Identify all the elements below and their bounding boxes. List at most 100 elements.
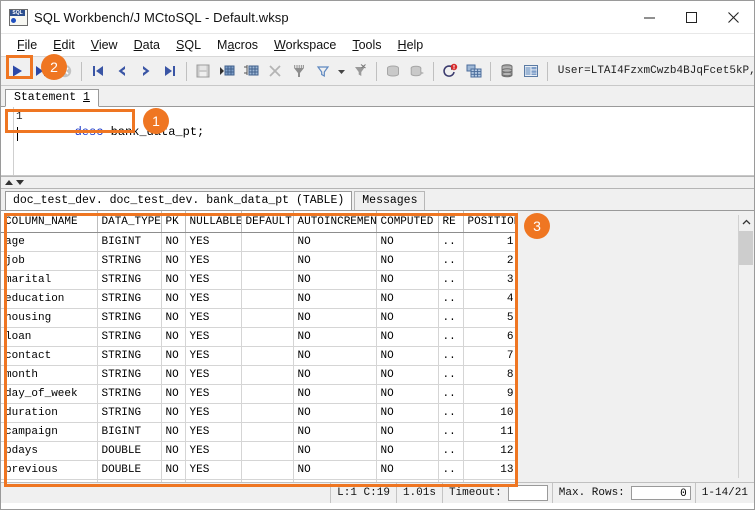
insert-row-icon[interactable] [215, 59, 239, 83]
table-row[interactable]: loan STRING NO YES NO NO.. 6 [1, 327, 517, 347]
table-cell[interactable]: .. [438, 365, 464, 385]
minimize-icon[interactable] [628, 1, 670, 33]
table-cell[interactable] [241, 251, 294, 271]
table-cell[interactable]: housing [1, 308, 98, 328]
table-cell[interactable]: NO [161, 289, 186, 309]
table-cell[interactable]: 7 [463, 346, 517, 366]
table-cell[interactable]: NO [376, 460, 439, 480]
chevron-down-icon[interactable] [335, 59, 348, 83]
table-row[interactable]: previous DOUBLE NO YES NO NO.. 13 [1, 460, 517, 480]
table-cell[interactable]: NO [293, 232, 377, 252]
copy-row-icon[interactable] [239, 59, 263, 83]
column-header-default[interactable]: DEFAULT [241, 211, 294, 233]
table-cell[interactable]: .. [438, 384, 464, 404]
table-cell[interactable]: NO [376, 403, 439, 423]
table-cell[interactable]: .. [438, 479, 464, 482]
table-cell[interactable]: 1 [463, 232, 517, 252]
table-cell[interactable]: NO [376, 251, 439, 271]
sql-editor[interactable]: 1 desc bank_data_pt; [1, 107, 754, 176]
first-page-icon[interactable] [86, 59, 110, 83]
vertical-scrollbar[interactable] [738, 215, 753, 478]
table-cell[interactable]: NO [293, 365, 377, 385]
database-icon[interactable] [495, 59, 519, 83]
table-cell[interactable]: YES [185, 232, 242, 252]
table-cell[interactable]: NO [376, 441, 439, 461]
table-cell[interactable]: .. [438, 232, 464, 252]
column-header-column-name[interactable]: COLUMN_NAME [1, 211, 98, 233]
table-cell[interactable]: previous [1, 460, 98, 480]
editor-code-area[interactable]: 1 desc bank_data_pt; [14, 107, 754, 175]
table-cell[interactable]: STRING [97, 270, 162, 290]
table-row[interactable]: job STRING NO YES NO NO.. 2 [1, 251, 517, 271]
table-cell[interactable]: .. [438, 327, 464, 347]
menu-item-workspace[interactable]: Workspace [266, 34, 344, 56]
table-cell[interactable]: NO [293, 346, 377, 366]
table-cell[interactable]: NO [161, 346, 186, 366]
object-browser-icon[interactable] [519, 59, 543, 83]
table-cell[interactable]: NO [293, 251, 377, 271]
table-cell[interactable]: .. [438, 441, 464, 461]
table-cell[interactable]: 13 [463, 460, 517, 480]
table-row[interactable]: contact STRING NO YES NO NO.. 7 [1, 346, 517, 366]
editor-result-splitter[interactable] [1, 176, 754, 189]
table-cell[interactable]: NO [376, 270, 439, 290]
column-header-nullable[interactable]: NULLABLE [185, 211, 242, 233]
table-cell[interactable]: STRING [97, 308, 162, 328]
table-cell[interactable]: STRING [97, 384, 162, 404]
table-cell[interactable]: STRING [97, 365, 162, 385]
table-cell[interactable]: NO [161, 327, 186, 347]
table-cell[interactable]: NO [161, 251, 186, 271]
table-cell[interactable] [241, 346, 294, 366]
table-cell[interactable]: 3 [463, 270, 517, 290]
table-cell[interactable]: 12 [463, 441, 517, 461]
menu-item-sql[interactable]: SQL [168, 34, 209, 56]
table-cell[interactable]: NO [376, 384, 439, 404]
maxrows-input[interactable]: 0 [630, 486, 691, 500]
table-cell[interactable]: NO [161, 422, 186, 442]
table-cell[interactable] [241, 289, 294, 309]
table-cell[interactable]: STRING [97, 346, 162, 366]
table-row[interactable]: age BIGINT NO YES NO NO.. 1 [1, 232, 517, 252]
result-grid-viewport[interactable]: COLUMN_NAME DATA_TYPE PK NULLABLE DEFAUL… [1, 211, 517, 482]
table-cell[interactable]: .. [438, 289, 464, 309]
timeout-input[interactable] [507, 485, 548, 501]
column-header-autoincrement[interactable]: AUTOINCREMENT [293, 211, 377, 233]
table-cell[interactable]: NO [161, 460, 186, 480]
column-header-remarks[interactable]: RE [438, 211, 464, 233]
table-cell[interactable]: loan [1, 327, 98, 347]
table-cell[interactable]: 2 [463, 251, 517, 271]
table-cell[interactable]: 14 [463, 479, 517, 482]
menu-item-tools[interactable]: Tools [344, 34, 389, 56]
table-cell[interactable]: .. [438, 308, 464, 328]
table-row[interactable]: day_of_week STRING NO YES NO NO.. 9 [1, 384, 517, 404]
table-cell[interactable]: NO [376, 327, 439, 347]
column-header-position[interactable]: POSITION [463, 211, 517, 233]
table-cell[interactable]: YES [185, 460, 242, 480]
table-cell[interactable] [241, 441, 294, 461]
table-cell[interactable]: YES [185, 365, 242, 385]
tab-statement-1[interactable]: Statement 1 [5, 89, 99, 107]
last-page-icon[interactable] [158, 59, 182, 83]
table-cell[interactable]: BIGINT [97, 232, 162, 252]
column-header-data-type[interactable]: DATA_TYPE [97, 211, 162, 233]
table-cell[interactable]: pdays [1, 441, 98, 461]
table-cell[interactable]: 9 [463, 384, 517, 404]
table-cell[interactable]: NO [293, 441, 377, 461]
table-cell[interactable]: NO [293, 403, 377, 423]
table-cell[interactable]: NO [161, 403, 186, 423]
table-cell[interactable]: DOUBLE [97, 460, 162, 480]
table-cell[interactable]: 10 [463, 403, 517, 423]
table-cell[interactable]: NO [161, 365, 186, 385]
table-cell[interactable]: NO [293, 479, 377, 482]
table-cell[interactable] [241, 365, 294, 385]
funnel-filled-icon[interactable] [287, 59, 311, 83]
table-cell[interactable] [241, 327, 294, 347]
table-cell[interactable] [241, 460, 294, 480]
table-cell[interactable]: .. [438, 460, 464, 480]
table-cell[interactable]: BIGINT [97, 422, 162, 442]
reconnect-error-icon[interactable] [438, 59, 462, 83]
table-cell[interactable]: NO [293, 308, 377, 328]
execute-statement-button[interactable] [5, 59, 29, 83]
table-cell[interactable]: YES [185, 479, 242, 482]
table-cell[interactable]: NO [376, 232, 439, 252]
